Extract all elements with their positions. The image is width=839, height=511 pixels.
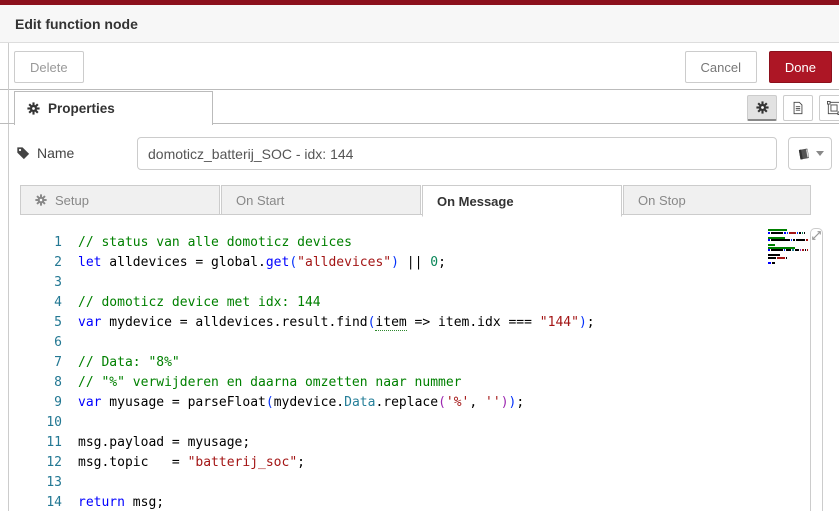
tab-setup[interactable]: Setup xyxy=(20,185,220,215)
code-line: 8// "%" verwijderen en daarna omzetten n… xyxy=(54,375,462,390)
chevron-down-icon xyxy=(815,151,824,156)
gear-icon xyxy=(35,194,47,206)
expand-editor-button[interactable] xyxy=(810,230,823,248)
done-button[interactable]: Done xyxy=(768,51,832,83)
tab-on-message[interactable]: On Message xyxy=(422,185,622,217)
tab-setup-label: Setup xyxy=(55,192,89,208)
object-group-button[interactable] xyxy=(819,95,839,121)
code-line: 11 msg.payload = myusage; xyxy=(46,435,251,450)
code-line: 13 xyxy=(46,475,62,490)
documentation-button[interactable] xyxy=(783,95,813,121)
code-editor[interactable]: 1// status van alle domoticz devices 2 let… xyxy=(14,228,839,511)
expand-arrow-icon xyxy=(811,230,822,241)
dialog-title: Edit function node xyxy=(15,15,138,32)
code-line: 10 xyxy=(46,415,62,430)
code-line: 4// domoticz device met idx: 144 xyxy=(54,295,321,310)
code-line: 9 var myusage = parseFloat(mydevice.Data.… xyxy=(54,395,525,410)
code-line: 1// status van alle domoticz devices xyxy=(54,235,352,250)
code-line: 7// Data: "8%" xyxy=(54,355,180,370)
code-line: 2 let alldevices = global.get("alldevices… xyxy=(54,255,446,270)
tab-on-message-label: On Message xyxy=(437,193,514,209)
code-line: 12 msg.topic = "batterij_soc"; xyxy=(46,455,305,470)
tab-on-stop-label: On Stop xyxy=(638,192,686,208)
code-line: 3 xyxy=(54,275,62,290)
gear-icon xyxy=(755,101,769,114)
dialog-header: Edit function node xyxy=(0,5,839,43)
editor-minimap[interactable] xyxy=(768,229,808,269)
label-lookup-button[interactable] xyxy=(788,137,832,170)
name-label-text: Name xyxy=(37,145,75,161)
code-lines: 1// status van alle domoticz devices 2 let… xyxy=(14,228,839,511)
cancel-button[interactable]: Cancel xyxy=(684,51,757,83)
tab-properties-label: Properties xyxy=(48,101,115,116)
name-input[interactable] xyxy=(137,137,777,170)
document-icon xyxy=(791,101,805,115)
settings-gear-button[interactable] xyxy=(747,95,777,121)
name-field-label: Name xyxy=(16,145,74,161)
tab-on-start-label: On Start xyxy=(236,192,285,208)
properties-tab-row: Properties xyxy=(0,91,839,125)
tag-icon xyxy=(16,146,30,160)
gear-icon xyxy=(27,102,40,115)
code-line: 5 var mydevice = alldevices.result.find(i… xyxy=(54,315,595,331)
tab-on-start[interactable]: On Start xyxy=(221,185,421,215)
editor-toolbar-buttons xyxy=(747,95,839,121)
tab-properties[interactable]: Properties xyxy=(14,91,213,125)
code-line: 14 return msg; xyxy=(46,495,165,510)
object-group-icon xyxy=(827,101,839,115)
editor-scrollbar[interactable] xyxy=(810,228,823,511)
dialog-toolbar: Delete Cancel Done xyxy=(0,43,839,90)
tab-on-stop[interactable]: On Stop xyxy=(623,185,811,215)
function-tab-bar: Setup On Start On Message On Stop xyxy=(20,185,811,217)
code-line: 6 xyxy=(54,335,62,350)
book-icon xyxy=(797,147,811,161)
delete-button[interactable]: Delete xyxy=(14,51,84,83)
